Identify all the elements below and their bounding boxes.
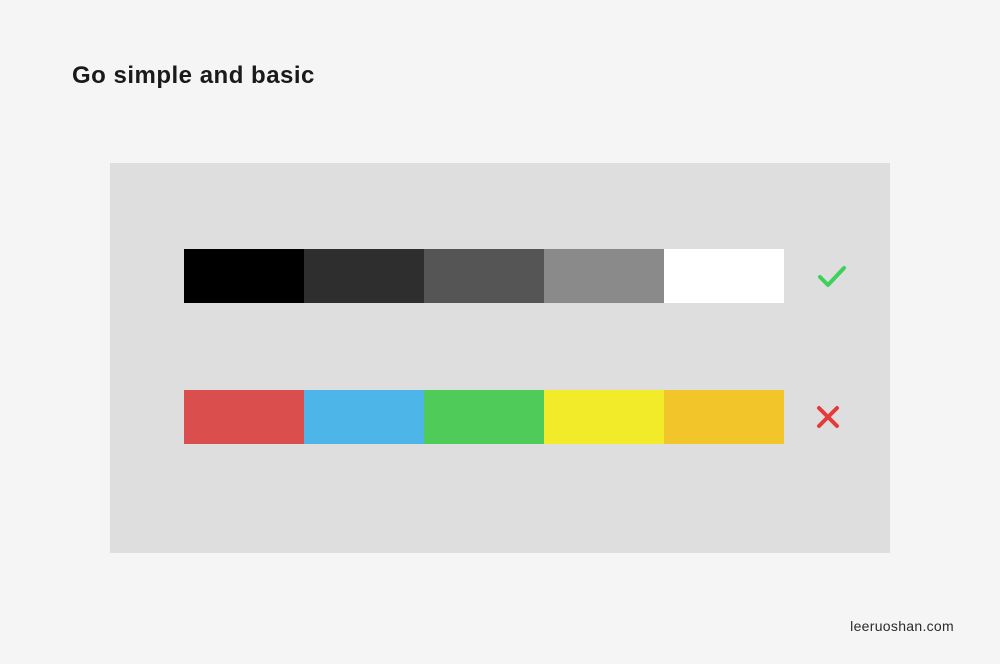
swatch [424, 390, 544, 444]
comparison-panel [110, 163, 890, 553]
swatch [304, 390, 424, 444]
swatch [664, 390, 784, 444]
swatch [544, 249, 664, 303]
swatch-group-bad [184, 390, 784, 444]
check-icon [814, 258, 850, 294]
swatch [424, 249, 544, 303]
swatch [184, 390, 304, 444]
footer-credit: leeruoshan.com [850, 618, 954, 634]
swatch-group-good [184, 249, 784, 303]
palette-row-good [184, 249, 850, 303]
swatch [544, 390, 664, 444]
swatch [184, 249, 304, 303]
palette-row-bad [184, 390, 842, 444]
cross-icon [814, 403, 842, 431]
page-title: Go simple and basic [72, 62, 315, 90]
swatch [304, 249, 424, 303]
swatch [664, 249, 784, 303]
